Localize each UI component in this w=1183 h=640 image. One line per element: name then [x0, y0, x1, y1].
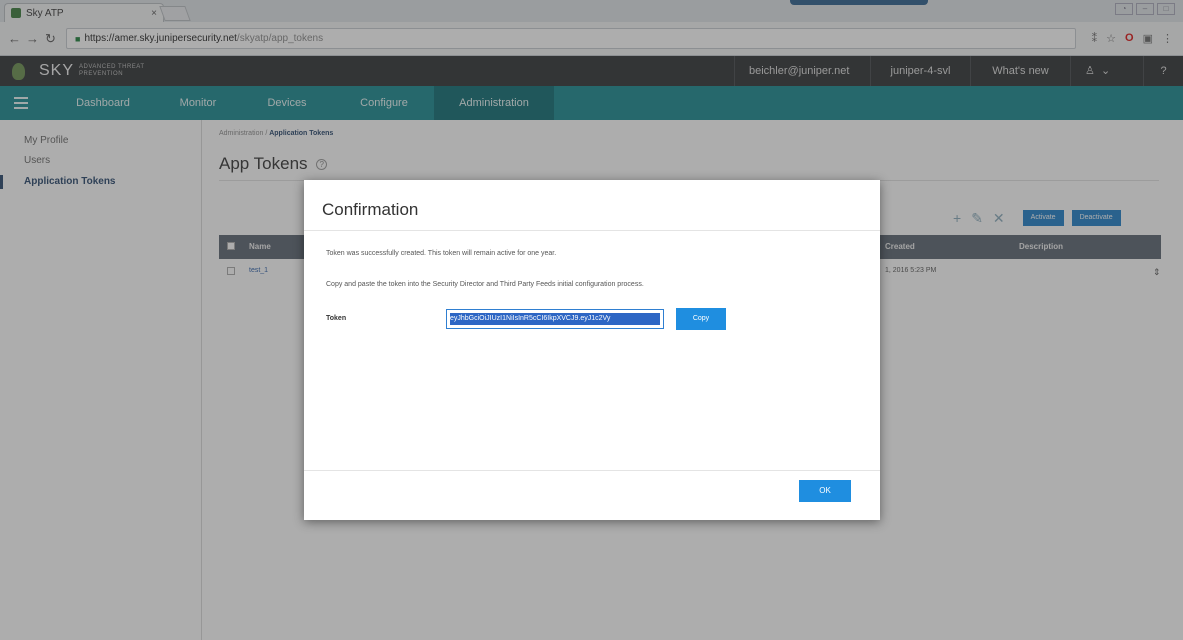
dialog-footer-divider — [304, 470, 880, 471]
dialog-divider — [304, 230, 880, 231]
token-label: Token — [326, 315, 347, 322]
token-field[interactable]: eyJhbGciOiJIUzI1NiIsInR5cCI6IkpXVCJ9.eyJ… — [446, 309, 664, 329]
dialog-message-2: Copy and paste the token into the Securi… — [326, 281, 644, 288]
ok-button[interactable]: OK — [799, 480, 851, 502]
copy-button[interactable]: Copy — [676, 308, 726, 330]
dialog-title: Confirmation — [322, 200, 419, 219]
dialog-message-1: Token was successfully created. This tok… — [326, 250, 557, 257]
confirmation-dialog: Confirmation Token was successfully crea… — [304, 180, 880, 520]
token-value: eyJhbGciOiJIUzI1NiIsInR5cCI6IkpXVCJ9.eyJ… — [450, 313, 660, 325]
